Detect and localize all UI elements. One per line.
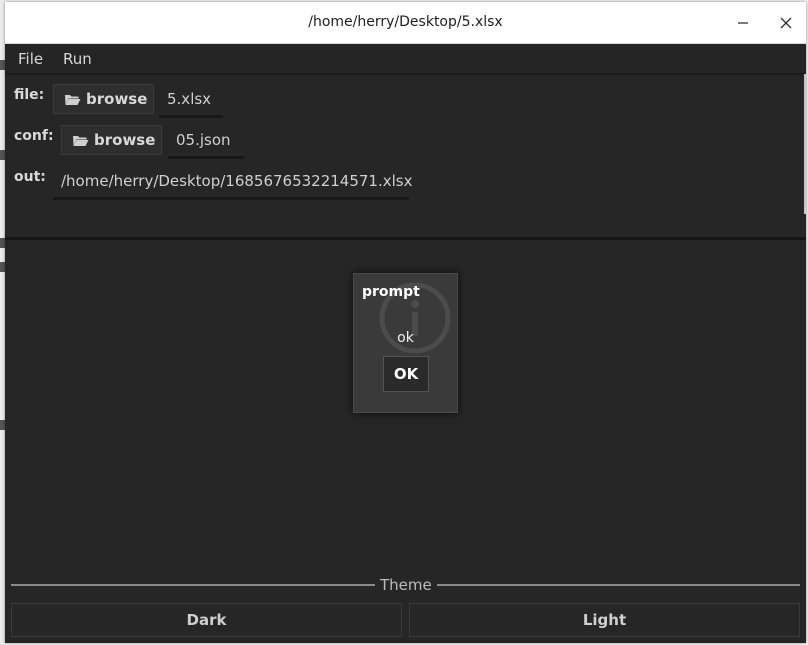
folder-open-icon	[64, 93, 81, 105]
dark-theme-button[interactable]: Dark	[11, 603, 402, 637]
close-button[interactable]	[773, 10, 799, 36]
minimize-button[interactable]	[730, 10, 756, 36]
light-theme-button[interactable]: Light	[409, 603, 800, 637]
file-browse-button[interactable]: browse	[53, 84, 154, 114]
folder-open-icon	[72, 134, 89, 146]
conf-browse-button[interactable]: browse	[61, 125, 162, 155]
dialog-message: ok	[397, 330, 414, 346]
file-label: file:	[14, 87, 45, 103]
prompt-dialog: prompt ok OK	[353, 273, 458, 413]
menu-bar: File Run	[5, 44, 806, 75]
dialog-title: prompt	[362, 284, 420, 300]
title-bar: /home/herry/Desktop/5.xlsx	[5, 2, 806, 44]
out-field[interactable]: /home/herry/Desktop/1685676532214571.xls…	[53, 166, 413, 200]
file-browse-label: browse	[86, 90, 148, 108]
window-title: /home/herry/Desktop/5.xlsx	[308, 14, 503, 30]
conf-browse-label: browse	[94, 131, 156, 149]
conf-field[interactable]: 05.json	[168, 125, 244, 159]
section-divider	[5, 237, 806, 240]
conf-label: conf:	[14, 128, 54, 144]
menu-file[interactable]: File	[18, 50, 43, 68]
menu-run[interactable]: Run	[63, 50, 92, 68]
conf-value: 05.json	[176, 131, 231, 149]
ok-button[interactable]: OK	[383, 356, 429, 392]
file-value: 5.xlsx	[167, 90, 212, 108]
app-window: /home/herry/Desktop/5.xlsx File Run file…	[5, 2, 806, 643]
window-edge	[804, 74, 806, 214]
main-content: file: browse 5.xlsx conf: browse 05.json…	[5, 74, 806, 643]
out-value: /home/herry/Desktop/1685676532214571.xls…	[61, 172, 413, 190]
close-icon	[780, 17, 792, 29]
minimize-icon	[738, 22, 748, 24]
file-field[interactable]: 5.xlsx	[159, 84, 223, 118]
theme-label: Theme	[375, 576, 437, 594]
out-label: out:	[14, 169, 46, 185]
